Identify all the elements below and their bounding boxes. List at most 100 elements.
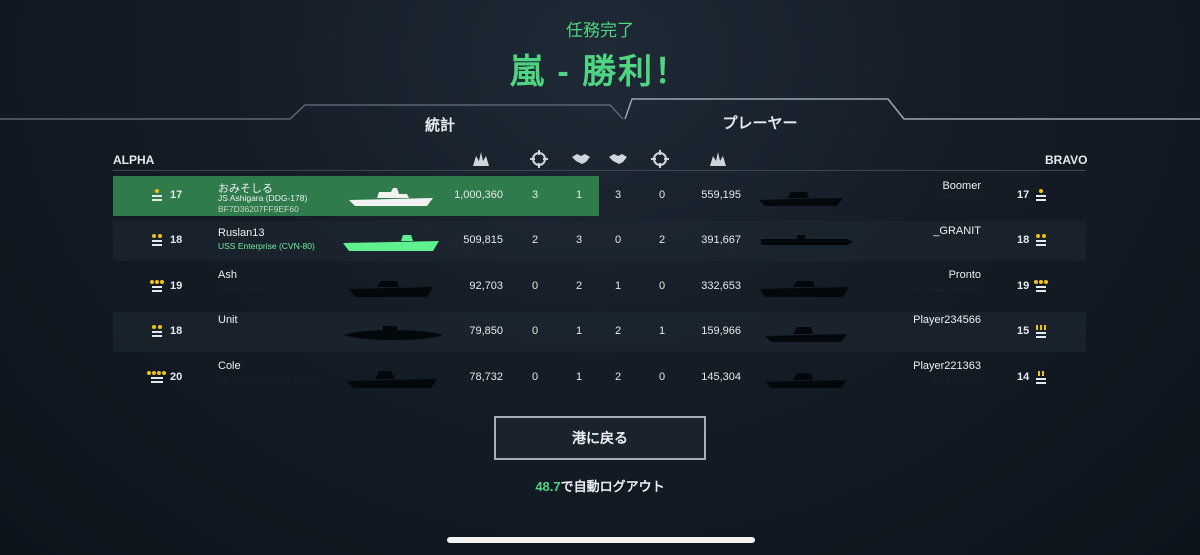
right-player-name: Pronto: [948, 269, 981, 281]
left-damage: 509,815: [463, 234, 503, 246]
right-kills: 0: [658, 189, 666, 201]
result-title: 嵐 - 勝利！: [509, 53, 691, 91]
player-row[interactable]: 20 Cole RF Anchar (Project 1199) 78,732 …: [113, 358, 1086, 398]
player-id: BF7D36207FF9EF60: [218, 204, 299, 214]
damage-icon: [710, 152, 726, 166]
left-kills: 0: [531, 280, 539, 292]
tab-players[interactable]: プレーヤー: [680, 112, 840, 133]
right-damage: 332,653: [701, 280, 741, 292]
right-rank: 18: [1017, 234, 1030, 246]
right-assists: 2: [614, 371, 622, 383]
crosshair-icon: [530, 150, 548, 168]
right-damage: 391,667: [701, 234, 741, 246]
right-assists: 3: [614, 189, 622, 201]
tab-stats[interactable]: 統計: [380, 114, 500, 135]
rank-insignia-icon: [1034, 280, 1048, 292]
right-rank: 17: [1017, 189, 1030, 201]
left-rank: 19: [170, 280, 183, 292]
right-kills: 1: [658, 325, 666, 337]
left-assists: 1: [575, 325, 583, 337]
ship-silhouette-icon: [349, 188, 433, 206]
left-damage: 1,000,360: [454, 189, 503, 201]
ship-silhouette-icon: [349, 281, 433, 297]
player-row[interactable]: 19 Ash USS DDG00 92,703 0 2 1 0 332,653 …: [113, 267, 1086, 307]
right-player-name: Player221363: [913, 360, 981, 372]
right-player-name: Boomer: [942, 180, 981, 192]
right-assists: 0: [614, 234, 622, 246]
ship-silhouette-icon: [759, 192, 843, 206]
left-damage: 92,703: [469, 280, 503, 292]
left-rank: 17: [170, 189, 183, 201]
right-ship-name: RF Smitrin: [940, 193, 981, 203]
logout-text: で自動ログアウト: [560, 479, 665, 494]
mission-complete-subtitle: 任務完了: [566, 21, 634, 40]
header-divider: [113, 170, 1086, 171]
tab-frame: [0, 98, 1200, 120]
team-bravo-label: BRAVO: [1045, 153, 1088, 167]
right-ship-name: USS DDG00: [932, 375, 981, 385]
submarine-silhouette-icon: [761, 235, 853, 245]
ship-silhouette-icon: [765, 327, 847, 342]
right-rank: 19: [1017, 280, 1030, 292]
left-player-name: Unit: [218, 314, 238, 326]
left-player-name: Cole: [218, 360, 241, 372]
rank-insignia-icon: [152, 234, 162, 246]
rank-insignia-icon: [1036, 371, 1046, 384]
team-alpha-label: ALPHA: [113, 153, 155, 167]
left-assists: 1: [575, 371, 583, 383]
left-player-name: Ruslan13: [218, 227, 265, 239]
damage-icon: [473, 152, 489, 166]
right-ship-name: FS Ocean Avenger: [909, 284, 981, 294]
left-ship-name: USS Enterprise (CVN-80): [218, 241, 315, 251]
ship-silhouette-icon: [343, 235, 439, 251]
right-kills: 2: [658, 234, 666, 246]
ship-silhouette-icon: [765, 373, 847, 388]
left-kills: 0: [531, 371, 539, 383]
right-player-name: Player234566: [913, 314, 981, 326]
right-damage: 559,195: [701, 189, 741, 201]
handshake-icon: [572, 154, 590, 164]
ship-silhouette-icon: [759, 281, 849, 297]
ship-silhouette-icon: [347, 371, 437, 388]
right-assists: 2: [614, 325, 622, 337]
player-row[interactable]: 17 おみそしる JS Ashigara (DDG-178) BF7D36207…: [113, 176, 1086, 216]
left-damage: 78,732: [469, 371, 503, 383]
auto-logout-notice: 48.7で自動ログアウト: [0, 476, 1200, 495]
right-damage: 145,304: [701, 371, 741, 383]
left-ship-name: RF Anchar (Project 1199): [218, 375, 314, 385]
player-row[interactable]: 18 Unit FS SMX-25 79,850 0 1 2 1 159,966…: [113, 312, 1086, 352]
right-ship-name: USS DDG00: [932, 329, 981, 339]
left-assists: 3: [575, 234, 583, 246]
return-to-port-button[interactable]: 港に戻る: [494, 416, 706, 460]
submarine-silhouette-icon: [343, 326, 443, 340]
right-rank: 14: [1017, 371, 1030, 383]
right-rank: 15: [1017, 325, 1030, 337]
left-kills: 0: [531, 325, 539, 337]
right-assists: 1: [614, 280, 622, 292]
player-row[interactable]: 18 Ruslan13 USS Enterprise (CVN-80) 509,…: [113, 221, 1086, 261]
right-damage: 159,966: [701, 325, 741, 337]
left-assists: 1: [575, 189, 583, 201]
left-ship-name: USS DDG00: [218, 284, 267, 294]
left-damage: 79,850: [469, 325, 503, 337]
crosshair-icon: [651, 150, 669, 168]
right-player-name: _GRANIT: [933, 225, 981, 237]
left-player-name: Ash: [218, 269, 237, 281]
left-kills: 3: [531, 189, 539, 201]
rank-insignia-icon: [1036, 325, 1046, 338]
left-ship-name: JS Ashigara (DDG-178): [218, 193, 308, 203]
left-rank: 18: [170, 234, 183, 246]
rank-insignia-icon: [1036, 189, 1046, 201]
left-assists: 2: [575, 280, 583, 292]
home-indicator[interactable]: [447, 537, 755, 543]
left-rank: 18: [170, 325, 183, 337]
logout-countdown: 48.7: [535, 479, 561, 494]
handshake-icon: [609, 154, 627, 164]
rank-insignia-icon: [147, 371, 166, 383]
left-kills: 2: [531, 234, 539, 246]
rank-insignia-icon: [150, 280, 164, 292]
left-ship-name: FS SMX-25: [218, 329, 262, 339]
left-rank: 20: [170, 371, 183, 383]
right-kills: 0: [658, 280, 666, 292]
right-kills: 0: [658, 371, 666, 383]
